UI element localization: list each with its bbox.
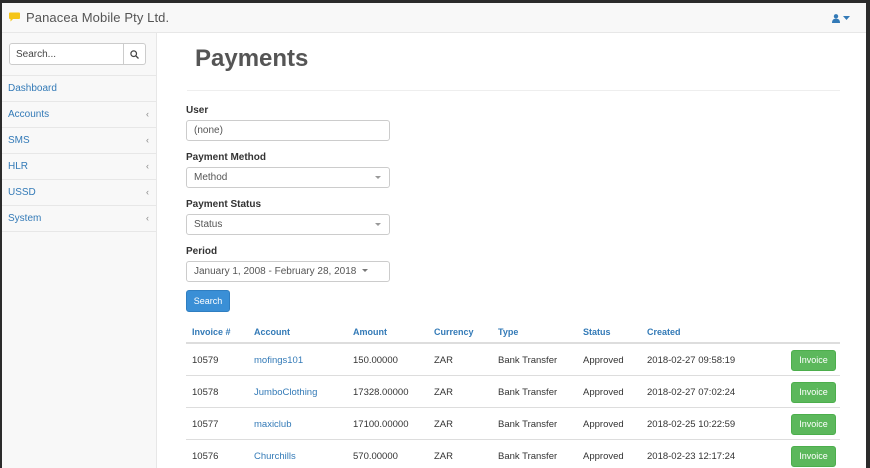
currency: ZAR bbox=[434, 451, 453, 462]
sidebar-item-label: Dashboard bbox=[8, 83, 57, 94]
column-header[interactable]: Status bbox=[583, 327, 611, 337]
chat-bubble-logo-icon bbox=[9, 12, 20, 22]
invoice-number: 10578 bbox=[192, 387, 219, 398]
created-date: 2018-02-25 10:22:59 bbox=[647, 419, 736, 430]
table-row: 10577 maxiclub 17100.00000 ZAR Bank Tran… bbox=[186, 408, 840, 440]
payment-status: Approved bbox=[583, 451, 624, 462]
amount: 570.00000 bbox=[353, 451, 398, 462]
period-picker[interactable]: January 1, 2008 - February 28, 2018 bbox=[186, 261, 390, 282]
account-link[interactable]: JumboClothing bbox=[254, 387, 317, 398]
caret-down-icon bbox=[375, 176, 381, 179]
chevron-left-icon: ‹ bbox=[146, 161, 149, 171]
chevron-left-icon: ‹ bbox=[146, 109, 149, 119]
sidebar-item-label: SMS bbox=[8, 135, 30, 146]
table-header: Invoice # Account Amount Currency Type S… bbox=[186, 322, 840, 344]
main-content: Payments User (none) Payment Method Meth… bbox=[157, 33, 866, 468]
created-date: 2018-02-27 09:58:19 bbox=[647, 355, 736, 366]
user-label: User bbox=[186, 105, 209, 116]
app-window: Panacea Mobile Pty Ltd. Dashboard bbox=[2, 3, 866, 468]
user-field[interactable]: (none) bbox=[186, 120, 390, 141]
table-row: 10579 mofings101 150.00000 ZAR Bank Tran… bbox=[186, 344, 840, 376]
payment-method-select[interactable]: Method bbox=[186, 167, 390, 188]
invoice-number: 10579 bbox=[192, 355, 219, 366]
caret-down-icon bbox=[843, 16, 850, 20]
sidebar-item-accounts[interactable]: Accounts ‹ bbox=[2, 102, 156, 128]
column-header[interactable]: Type bbox=[498, 327, 518, 337]
created-date: 2018-02-23 12:17:24 bbox=[647, 451, 736, 462]
sidebar-item-label: HLR bbox=[8, 161, 29, 172]
chevron-left-icon: ‹ bbox=[146, 135, 149, 145]
sidebar-item-hlr[interactable]: HLR ‹ bbox=[2, 154, 156, 180]
amount: 17328.00000 bbox=[353, 387, 409, 398]
chevron-left-icon: ‹ bbox=[146, 213, 149, 223]
currency: ZAR bbox=[434, 355, 453, 366]
created-date: 2018-02-27 07:02:24 bbox=[647, 387, 736, 398]
chevron-left-icon: ‹ bbox=[146, 187, 149, 197]
payment-method-value: Method bbox=[194, 172, 228, 183]
sidebar: Dashboard Accounts ‹ SMS ‹ HLR ‹ USSD ‹ … bbox=[2, 33, 157, 468]
title-divider bbox=[187, 90, 840, 91]
invoice-button[interactable]: Invoice bbox=[791, 350, 836, 371]
caret-down-icon bbox=[375, 223, 381, 226]
payment-status-value: Status bbox=[194, 219, 223, 230]
period-label: Period bbox=[186, 246, 218, 257]
sidebar-item-ussd[interactable]: USSD ‹ bbox=[2, 180, 156, 206]
search-icon bbox=[130, 49, 139, 59]
table-row: 10578 JumboClothing 17328.00000 ZAR Bank… bbox=[186, 376, 840, 408]
sidebar-item-sms[interactable]: SMS ‹ bbox=[2, 128, 156, 154]
search-submit-button[interactable]: Search bbox=[186, 290, 230, 312]
invoice-number: 10576 bbox=[192, 451, 219, 462]
currency: ZAR bbox=[434, 419, 453, 430]
invoice-button[interactable]: Invoice bbox=[791, 382, 836, 403]
user-icon bbox=[832, 13, 840, 23]
amount: 150.00000 bbox=[353, 355, 398, 366]
search-button[interactable] bbox=[124, 43, 146, 65]
account-link[interactable]: mofings101 bbox=[254, 355, 303, 366]
payment-status: Approved bbox=[583, 355, 624, 366]
payment-type: Bank Transfer bbox=[498, 387, 558, 398]
period-value: January 1, 2008 - February 28, 2018 bbox=[194, 266, 357, 277]
amount: 17100.00000 bbox=[353, 419, 409, 430]
payment-status: Approved bbox=[583, 419, 624, 430]
invoice-button[interactable]: Invoice bbox=[791, 446, 836, 467]
account-link[interactable]: maxiclub bbox=[254, 419, 292, 430]
page-title: Payments bbox=[195, 45, 309, 72]
sidebar-item-dashboard[interactable]: Dashboard bbox=[2, 76, 156, 102]
caret-down-icon bbox=[362, 269, 369, 272]
sidebar-nav: Dashboard Accounts ‹ SMS ‹ HLR ‹ USSD ‹ … bbox=[2, 75, 156, 232]
payment-status: Approved bbox=[583, 387, 624, 398]
column-header[interactable]: Currency bbox=[434, 327, 474, 337]
payment-method-label: Payment Method bbox=[186, 152, 267, 163]
user-field-value: (none) bbox=[194, 125, 223, 136]
sidebar-item-label: Accounts bbox=[8, 109, 50, 120]
sidebar-item-label: System bbox=[8, 213, 42, 224]
account-link[interactable]: Churchills bbox=[254, 451, 296, 462]
sidebar-item-label: USSD bbox=[8, 187, 36, 198]
top-navbar: Panacea Mobile Pty Ltd. bbox=[2, 3, 866, 33]
sidebar-item-system[interactable]: System ‹ bbox=[2, 206, 156, 232]
brand-name[interactable]: Panacea Mobile Pty Ltd. bbox=[26, 10, 169, 25]
column-header[interactable]: Amount bbox=[353, 327, 387, 337]
invoice-number: 10577 bbox=[192, 419, 219, 430]
payment-type: Bank Transfer bbox=[498, 419, 558, 430]
payment-type: Bank Transfer bbox=[498, 451, 558, 462]
currency: ZAR bbox=[434, 387, 453, 398]
column-header[interactable]: Created bbox=[647, 327, 681, 337]
invoice-button[interactable]: Invoice bbox=[791, 414, 836, 435]
payment-status-label: Payment Status bbox=[186, 199, 262, 210]
search-input[interactable] bbox=[9, 43, 124, 65]
payments-table: Invoice # Account Amount Currency Type S… bbox=[186, 322, 840, 468]
table-row: 10576 Churchills 570.00000 ZAR Bank Tran… bbox=[186, 440, 840, 468]
payment-status-select[interactable]: Status bbox=[186, 214, 390, 235]
sidebar-search bbox=[9, 43, 146, 65]
column-header[interactable]: Invoice # bbox=[192, 327, 231, 337]
column-header[interactable]: Account bbox=[254, 327, 290, 337]
payment-type: Bank Transfer bbox=[498, 355, 558, 366]
user-menu[interactable] bbox=[832, 11, 850, 25]
